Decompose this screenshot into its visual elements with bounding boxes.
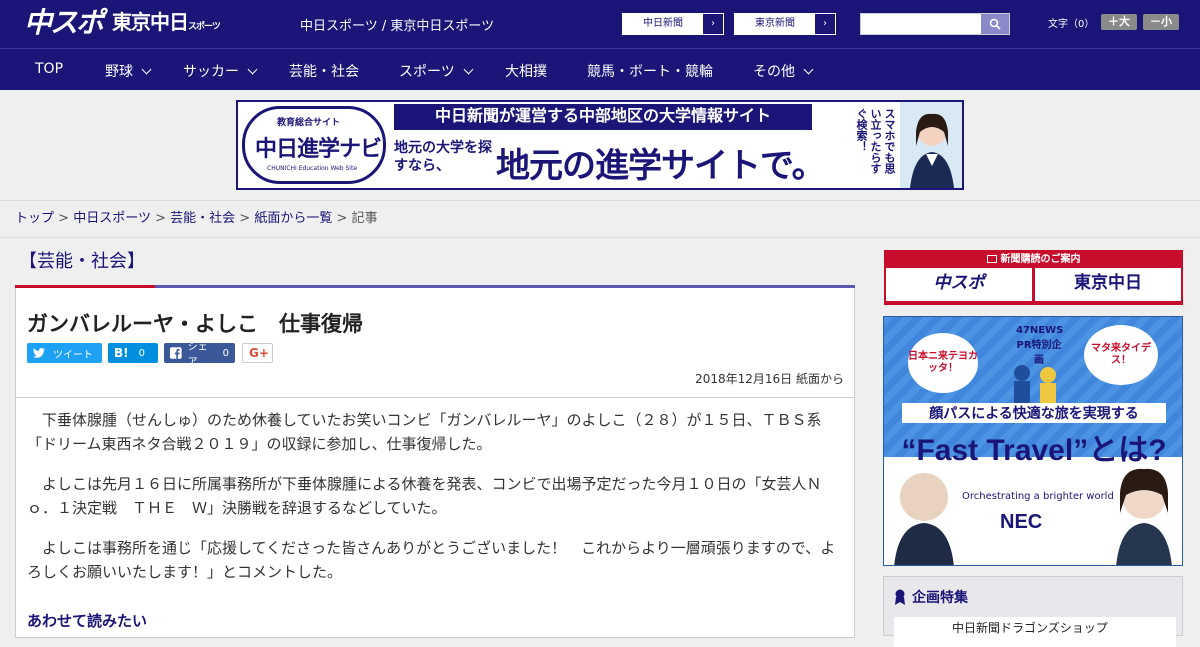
gplus-icon[interactable]: G+ <box>242 343 273 363</box>
subscribe-heading: 新聞購読のご案内 <box>886 252 1181 268</box>
category-heading: 【芸能・社会】 <box>15 248 155 288</box>
article-title: ガンバレルーヤ・よしこ 仕事復帰 <box>27 312 363 336</box>
banner-sub: 地元の大学を探すなら、 <box>394 139 492 173</box>
article-paragraph: よしこは事務所を通じ「応援してくださった皆さんありがとうございました！ これから… <box>27 539 836 581</box>
feature-box: 企画特集 中日新聞ドラゴンズショップ <box>883 576 1183 647</box>
site-logo-tokyo[interactable]: 東京中日スポーツ <box>112 11 221 38</box>
feature-heading: 企画特集 <box>894 587 968 607</box>
search-button[interactable] <box>981 14 1009 34</box>
chevron-down-icon <box>247 64 258 74</box>
search-icon <box>989 18 1001 30</box>
ribbon-icon <box>895 589 905 605</box>
banner-photo <box>900 102 962 188</box>
font-plus-button[interactable]: ＋大 <box>1101 14 1137 30</box>
nec-logo: NEC <box>1000 511 1043 533</box>
nav-baseball[interactable]: 野球 <box>105 61 152 81</box>
chevron-down-icon <box>463 64 474 74</box>
tweet-button[interactable]: ツイート <box>27 343 102 363</box>
ad-headline: 顔パスによる快適な旅を実現する <box>902 403 1166 423</box>
breadcrumb: トップ > 中日スポーツ > 芸能・社会 > 紙面から一覧 > 記事 <box>0 200 1200 238</box>
newspaper-icon <box>986 255 997 263</box>
nav-sports[interactable]: スポーツ <box>399 61 474 81</box>
article-paragraph: よしこは先月１６日に所属事務所が下垂体腺腫による休養を発表、コンビで出場予定だっ… <box>27 475 822 517</box>
nav-soccer[interactable]: サッカー <box>183 61 258 81</box>
site-header: 中スポ 東京中日スポーツ 中日スポーツ / 東京中日スポーツ 中日新聞 › 東京新… <box>0 0 1200 48</box>
search-form <box>860 13 1010 35</box>
ad-bubble-1: 日本ニ来テヨカッタ！ <box>908 333 978 393</box>
font-size-label: 文字（0） <box>1048 19 1095 30</box>
article-header: ガンバレルーヤ・よしこ 仕事復帰 ツイート B! 0 シェア 0 G+ 2018… <box>15 288 855 398</box>
facebook-share-button[interactable]: シェア 0 <box>164 342 235 368</box>
breadcrumb-category[interactable]: 芸能・社会 <box>170 211 235 226</box>
subscribe-banner[interactable]: 新聞購読のご案内 中スポ 東京中日 <box>884 250 1183 305</box>
breadcrumb-current: 記事 <box>351 211 378 226</box>
nav-top[interactable]: TOP <box>35 61 63 77</box>
ad-title: “Fast Travel”とは? <box>901 434 1167 467</box>
chevron-down-icon <box>803 64 814 74</box>
chunichi-link[interactable]: 中日新聞 › <box>622 13 724 35</box>
ad-bubble-2: マタ来タイデス！ <box>1084 325 1158 385</box>
hatena-button[interactable]: B! 0 <box>108 343 158 363</box>
banner-ad[interactable]: 教育総合サイト 中日進学ナビ CHUNICHI Education Web Si… <box>236 100 964 190</box>
search-input[interactable] <box>861 14 981 34</box>
banner-big: 地元の進学サイトで。 <box>496 147 826 185</box>
nec-ad[interactable]: 47NEWS PR特別企画 日本ニ来テヨカッタ！ マタ来タイデス！ 顔パスによる… <box>883 316 1183 566</box>
chuspo-logo: 中スポ <box>886 268 1032 301</box>
article-paragraph: 下垂体腺腫（せんしゅ）のため休養していたお笑いコンビ「ガンバレルーヤ」のよしこ（… <box>27 411 822 453</box>
facebook-icon <box>170 347 182 359</box>
breadcrumb-list[interactable]: 紙面から一覧 <box>254 211 332 226</box>
breadcrumb-chunichi[interactable]: 中日スポーツ <box>73 211 151 226</box>
chevron-right-icon: › <box>703 14 723 34</box>
nav-other[interactable]: その他 <box>753 61 814 81</box>
main-nav: TOP 野球 サッカー 芸能・社会 スポーツ 大相撲 競馬・ボート・競輪 その他 <box>0 48 1200 90</box>
tokyo-link[interactable]: 東京新聞 › <box>734 13 836 35</box>
nav-racing[interactable]: 競馬・ボート・競輪 <box>587 61 713 81</box>
banner-logo: 教育総合サイト 中日進学ナビ CHUNICHI Education Web Si… <box>242 106 386 184</box>
article-date: 2018年12月16日 紙面から <box>695 372 844 386</box>
banner-headline: 中日新聞が運営する中部地区の大学情報サイト <box>394 104 812 130</box>
font-minus-button[interactable]: －小 <box>1143 14 1179 30</box>
tokyo-chunichi-logo: 東京中日 <box>1035 268 1181 301</box>
related-heading: あわせて読みたい <box>27 612 148 630</box>
twitter-icon <box>33 348 45 358</box>
site-name: 中日スポーツ / 東京中日スポーツ <box>300 19 495 34</box>
nav-sumo[interactable]: 大相撲 <box>505 61 547 81</box>
nav-entertainment[interactable]: 芸能・社会 <box>289 61 359 81</box>
chevron-down-icon <box>141 64 152 74</box>
ad-pr-label: 47NEWS PR特別企画 <box>1016 325 1064 366</box>
article-body: 下垂体腺腫（せんしゅ）のため休養していたお笑いコンビ「ガンバレルーヤ」のよしこ（… <box>15 398 855 638</box>
breadcrumb-top[interactable]: トップ <box>15 211 54 226</box>
feature-item[interactable]: 中日新聞ドラゴンズショップ <box>894 617 1176 647</box>
site-logo[interactable]: 中スポ <box>24 6 104 40</box>
chevron-right-icon: › <box>815 14 835 34</box>
banner-side: スマホでも思い立ったらすぐ検索！ <box>855 108 896 174</box>
ad-tagline: Orchestrating a brighter world <box>962 491 1114 502</box>
hatena-icon: B! <box>114 346 129 360</box>
